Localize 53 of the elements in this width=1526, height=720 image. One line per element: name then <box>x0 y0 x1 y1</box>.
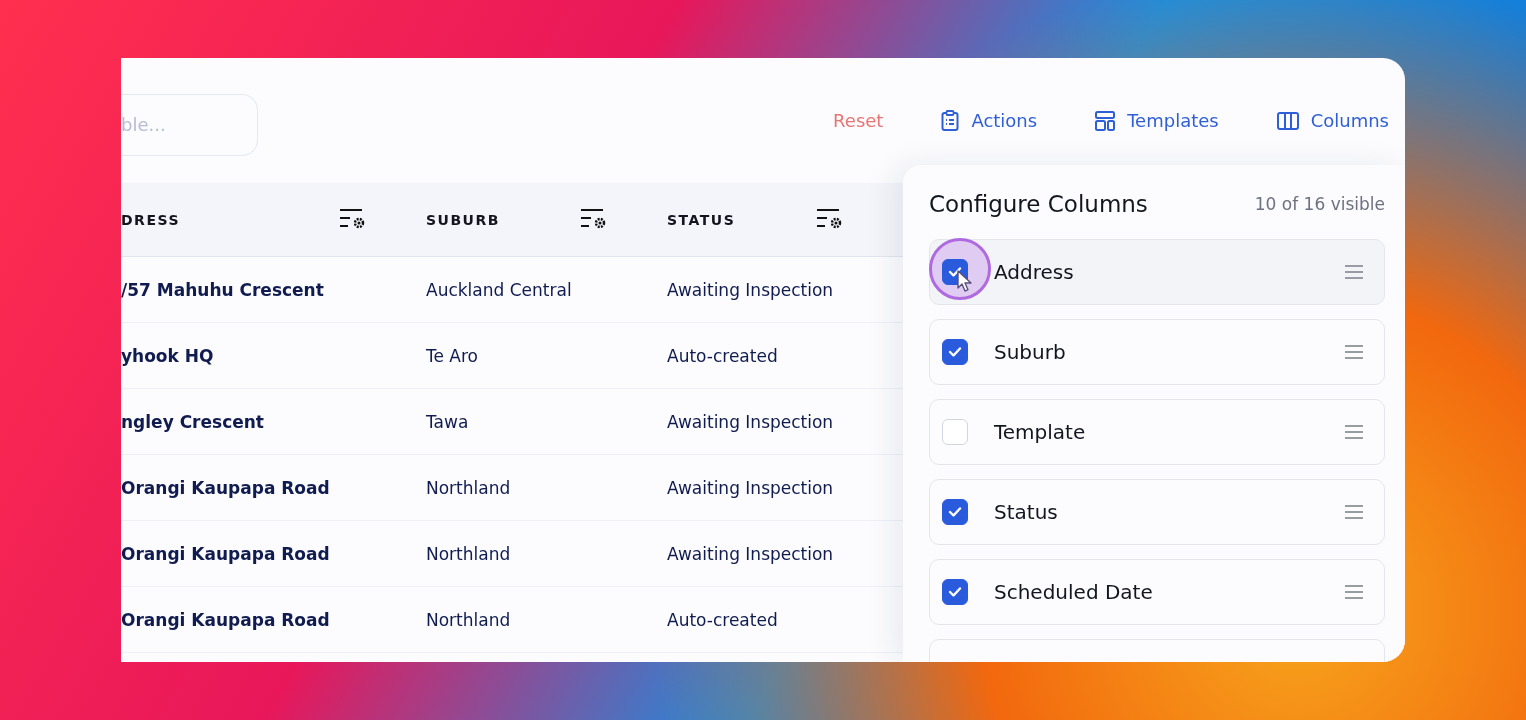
table-cell-text: Auto-created <box>667 609 779 630</box>
columns-button[interactable]: Columns <box>1276 104 1389 137</box>
cursor-icon <box>957 270 973 292</box>
drag-handle-icon[interactable] <box>1344 504 1364 520</box>
table-cell-text: Awaiting Inspection <box>667 279 835 300</box>
visible-count: 10 of 16 visible <box>1254 194 1385 214</box>
check-icon <box>948 346 962 358</box>
check-icon <box>948 586 962 598</box>
table-cell-text: yhook HQ <box>121 345 215 366</box>
table-cell-text: Awaiting Inspection <box>667 411 835 432</box>
column-label: Address <box>994 260 1075 284</box>
clipboard-icon <box>941 109 960 132</box>
panel-title: Configure Columns <box>929 191 1148 217</box>
templates-button[interactable]: Templates <box>1095 104 1219 137</box>
column-option[interactable]: Suburb <box>929 319 1385 385</box>
column-label: Template <box>994 420 1087 444</box>
table-cell-text: Orangi Kaupapa Road <box>121 477 331 498</box>
drag-handle-icon[interactable] <box>1344 424 1364 440</box>
drag-handle-icon[interactable] <box>1344 584 1364 600</box>
check-icon <box>948 506 962 518</box>
table-cell-text: Tawa <box>426 411 470 432</box>
table-cell-text: /57 Mahuhu Crescent <box>121 279 325 300</box>
column-label: Scheduled Date <box>994 580 1154 604</box>
table-cell-text: Orangi Kaupapa Road <box>121 543 331 564</box>
actions-button[interactable]: Actions <box>941 103 1038 138</box>
column-option[interactable]: Status <box>929 479 1385 545</box>
drag-handle-icon[interactable] <box>1344 264 1364 280</box>
layout-icon <box>1095 110 1116 131</box>
table-cell-text: Awaiting Inspection <box>667 477 835 498</box>
table-cell-text: Auckland Central <box>426 279 573 300</box>
table-cell-text: Northland <box>426 609 512 630</box>
column-header: STATUS <box>667 211 736 228</box>
table-cell-text: Northland <box>426 477 512 498</box>
column-header: SUBURB <box>426 211 500 228</box>
checkbox[interactable] <box>942 499 968 525</box>
checkbox[interactable] <box>942 339 968 365</box>
table-cell-text: Te Aro <box>426 345 479 366</box>
column-label: Suburb <box>994 340 1067 364</box>
columns-icon <box>1276 111 1299 130</box>
search-field[interactable]: ble... <box>121 93 258 156</box>
checkbox[interactable] <box>942 579 968 605</box>
column-label: Status <box>994 500 1059 524</box>
check-icon <box>948 266 962 278</box>
column-option[interactable]: Scheduled Date <box>929 559 1385 625</box>
column-header: DRESS <box>121 211 180 228</box>
column-option[interactable]: Template <box>929 399 1385 465</box>
table-cell-text: Orangi Kaupapa Road <box>121 609 331 630</box>
drag-handle-icon[interactable] <box>1344 344 1364 360</box>
table-cell-text: Awaiting Inspection <box>667 543 835 564</box>
column-option[interactable]: Address <box>929 239 1385 305</box>
table-cell-text: Northland <box>426 543 512 564</box>
table-cell-text: Auto-created <box>667 345 779 366</box>
table-cell-text: ngley Crescent <box>121 411 265 432</box>
